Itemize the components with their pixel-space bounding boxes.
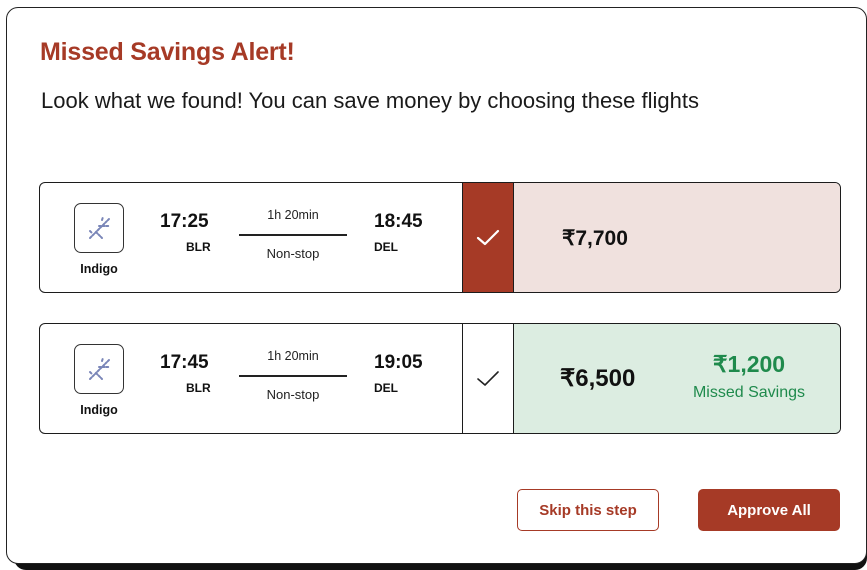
arrival-time: 18:45 [374, 211, 423, 232]
departure-code: BLR [186, 240, 211, 254]
airline-logo [74, 203, 124, 253]
route-line [239, 375, 347, 377]
flight-stops: Non-stop [266, 387, 320, 402]
savings-amount: ₹1,200 [712, 351, 786, 377]
checkmark-icon [476, 229, 500, 245]
arrival-code: DEL [374, 381, 398, 395]
arrival-code: DEL [374, 240, 398, 254]
flight-card-cheaper: Indigo 17:45 BLR 1h 20min Non-stop 19:05… [39, 323, 841, 434]
arrival-time: 19:05 [374, 352, 423, 373]
airline-name: Indigo [80, 403, 118, 417]
price-panel: ₹7,700 [514, 183, 840, 292]
flight-price: ₹6,500 [560, 365, 636, 392]
checkmark-icon [477, 370, 499, 386]
flight-stops: Non-stop [266, 246, 320, 261]
skip-step-button[interactable]: Skip this step [517, 489, 659, 531]
departure-time: 17:45 [160, 352, 209, 373]
flight-select-toggle[interactable] [462, 324, 514, 433]
airline-name: Indigo [80, 262, 118, 276]
plane-landing-icon [89, 216, 110, 239]
modal-subtitle: Look what we found! You can save money b… [41, 88, 699, 113]
modal-title: Missed Savings Alert! [40, 38, 295, 66]
flight-card-current: Indigo 17:25 BLR 1h 20min Non-stop 18:45… [39, 182, 841, 293]
flight-price: ₹7,700 [562, 227, 628, 250]
plane-landing-icon [89, 357, 110, 380]
flight-duration: 1h 20min [267, 349, 319, 363]
approve-all-button[interactable]: Approve All [698, 489, 840, 531]
route-line [239, 234, 347, 236]
departure-time: 17:25 [160, 211, 209, 232]
savings-label: Missed Savings [692, 384, 806, 401]
departure-code: BLR [186, 381, 211, 395]
price-panel: ₹6,500 ₹1,200 Missed Savings [514, 324, 840, 433]
flight-select-toggle[interactable] [462, 183, 514, 292]
flight-duration: 1h 20min [267, 208, 319, 222]
airline-logo [74, 344, 124, 394]
